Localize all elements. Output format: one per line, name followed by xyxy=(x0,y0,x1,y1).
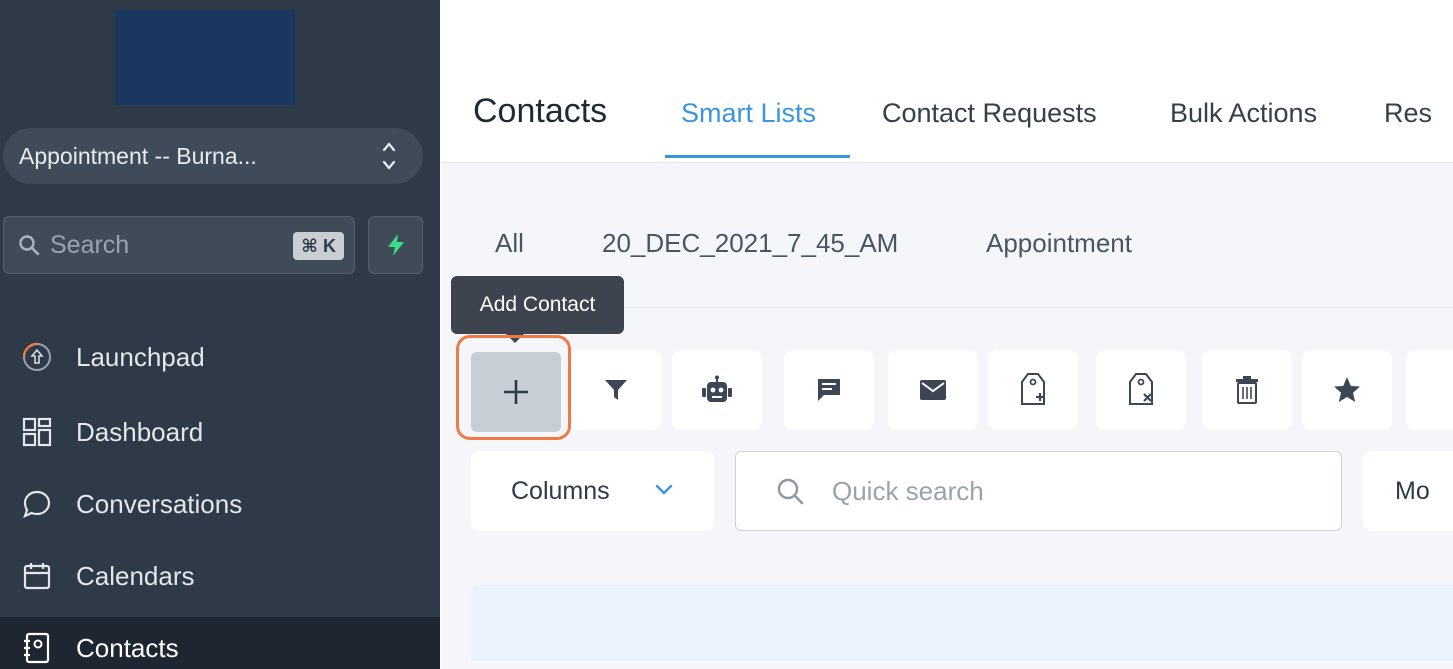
send-sms-button[interactable] xyxy=(784,350,874,430)
chat-bubble-icon xyxy=(20,487,54,521)
sidebar-search[interactable]: Search ⌘ K xyxy=(3,216,355,274)
contacts-book-icon xyxy=(20,631,54,665)
star-button[interactable] xyxy=(1302,350,1392,430)
sidebar-item-dashboard[interactable]: Dashboard xyxy=(0,401,440,463)
tag-remove-icon xyxy=(1129,373,1153,405)
add-contact-tooltip: Add Contact xyxy=(451,276,624,343)
quick-search-placeholder: Quick search xyxy=(832,475,984,506)
company-logo xyxy=(115,10,295,105)
lightning-bolt-icon xyxy=(387,234,404,256)
table-header xyxy=(471,585,1453,661)
sidebar-item-contacts[interactable]: Contacts xyxy=(0,617,440,669)
sidebar-item-conversations[interactable]: Conversations xyxy=(0,473,440,535)
calendar-icon xyxy=(20,559,54,593)
tab-contact-requests[interactable]: Contact Requests xyxy=(882,98,1097,129)
send-email-button[interactable] xyxy=(888,350,978,430)
message-icon xyxy=(818,379,840,401)
sidebar-item-label: Contacts xyxy=(76,632,179,663)
chevron-updown-icon xyxy=(382,142,396,170)
active-tab-indicator xyxy=(665,155,850,158)
dashboard-icon xyxy=(20,415,54,449)
tab-bulk-actions[interactable]: Bulk Actions xyxy=(1170,98,1317,129)
search-icon xyxy=(777,478,804,505)
delete-button[interactable] xyxy=(1202,350,1292,430)
add-tag-button[interactable] xyxy=(988,350,1078,430)
more-filters-button[interactable]: Mo xyxy=(1363,451,1453,531)
robot-icon xyxy=(702,375,732,402)
plus-icon xyxy=(504,380,528,404)
top-header: Contacts Smart Lists Contact Requests Bu… xyxy=(441,0,1453,163)
shortcut-badge: ⌘ K xyxy=(293,232,344,260)
email-icon xyxy=(920,380,946,400)
quick-search-input[interactable]: Quick search xyxy=(735,451,1342,531)
filter-icon xyxy=(605,380,627,400)
launchpad-icon xyxy=(20,340,54,374)
filter-button[interactable] xyxy=(571,350,661,430)
sidebar-item-launchpad[interactable]: Launchpad xyxy=(0,326,440,388)
sidebar-item-calendars[interactable]: Calendars xyxy=(0,545,440,607)
star-icon xyxy=(1334,377,1360,402)
page-title: Contacts xyxy=(473,92,608,130)
app-window: Appointment -- Burna... Search ⌘ K Launc… xyxy=(0,0,1453,669)
more-toolbar-button[interactable] xyxy=(1406,350,1453,430)
automation-button[interactable] xyxy=(672,350,762,430)
columns-dropdown[interactable]: Columns xyxy=(471,451,714,531)
sidebar-item-label: Launchpad xyxy=(76,341,205,372)
columns-label: Columns xyxy=(511,476,610,505)
tab-restore[interactable]: Res xyxy=(1384,98,1432,129)
search-icon xyxy=(19,235,40,256)
smart-list-all[interactable]: All xyxy=(495,228,524,259)
add-contact-button[interactable] xyxy=(471,352,561,432)
tab-smart-lists[interactable]: Smart Lists xyxy=(681,98,816,129)
tag-add-icon xyxy=(1021,373,1045,405)
main-content: Contacts Smart Lists Contact Requests Bu… xyxy=(441,0,1453,669)
remove-tag-button[interactable] xyxy=(1096,350,1186,430)
chevron-down-icon xyxy=(655,484,673,495)
sidebar-item-label: Calendars xyxy=(76,560,195,591)
sidebar-item-label: Dashboard xyxy=(76,416,204,447)
quick-action-button[interactable] xyxy=(368,216,423,274)
smart-list-appointment[interactable]: Appointment xyxy=(986,228,1132,259)
sidebar: Appointment -- Burna... Search ⌘ K Launc… xyxy=(0,0,440,669)
sidebar-item-label: Conversations xyxy=(76,488,243,519)
search-placeholder: Search xyxy=(50,230,130,259)
smart-list-dec-2021[interactable]: 20_DEC_2021_7_45_AM xyxy=(602,228,898,259)
trash-icon xyxy=(1236,376,1258,404)
account-switcher[interactable]: Appointment -- Burna... xyxy=(3,128,423,184)
account-name: Appointment -- Burna... xyxy=(19,142,257,169)
